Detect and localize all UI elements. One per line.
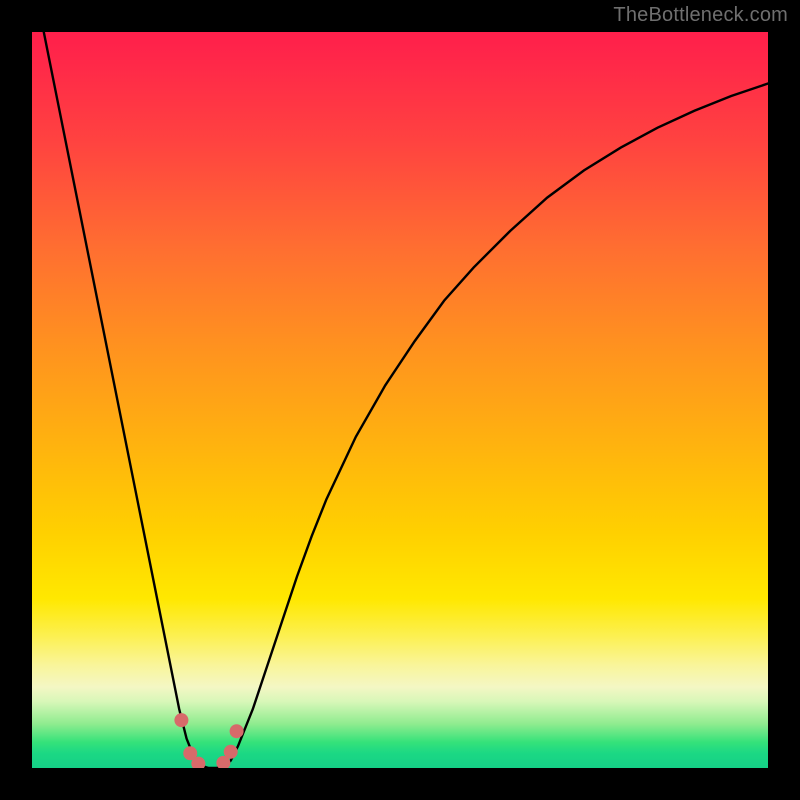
curve-marker — [174, 713, 188, 727]
watermark-text: TheBottleneck.com — [613, 4, 788, 27]
plot-area — [32, 32, 768, 768]
bottleneck-curve — [32, 32, 768, 768]
marker-group — [174, 713, 243, 768]
curve-marker — [224, 745, 238, 759]
curve-marker — [230, 724, 244, 738]
curve-layer — [32, 32, 768, 768]
chart-frame: TheBottleneck.com — [0, 0, 800, 800]
